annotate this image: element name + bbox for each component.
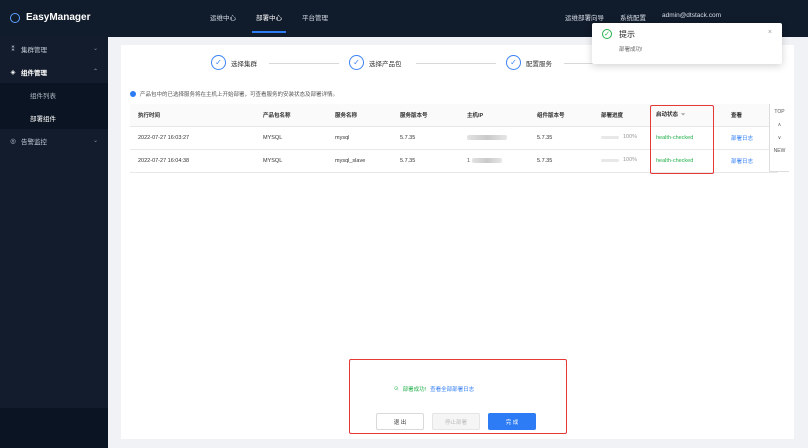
sidebar-item-deploy-component[interactable]: 部署组件 bbox=[0, 106, 108, 129]
step-label: 选择集群 bbox=[231, 60, 257, 68]
chevron-up-icon: ⌃ bbox=[92, 69, 98, 75]
col-component-version: 组件版本号 bbox=[529, 104, 593, 127]
main-content: ✓ 选择集群 ✓ 选择产品包 ✓ 配置服务 产品包中的已选择服务将在主机上开始部… bbox=[108, 37, 808, 448]
toast-message: 部署成功! bbox=[619, 47, 643, 53]
step-label: 选择产品包 bbox=[369, 60, 402, 68]
deploy-wizard-link[interactable]: 运维部署向导 bbox=[565, 12, 604, 22]
step-connector bbox=[269, 63, 339, 64]
progress-bar bbox=[601, 158, 619, 162]
sidebar-item-alert[interactable]: ◎ 告警监控 ⌄ bbox=[0, 129, 108, 152]
deploy-log-link[interactable]: 部署日志 bbox=[731, 159, 753, 165]
app-logo[interactable]: EasyManager bbox=[10, 12, 90, 23]
chevron-up-icon[interactable]: ∧ bbox=[778, 122, 782, 128]
top-nav: 运维中心 部署中心 平台管理 bbox=[210, 0, 328, 37]
redacted-ip bbox=[467, 134, 507, 140]
topnav-deploy-center[interactable]: 部署中心 bbox=[252, 0, 286, 37]
chevron-down-icon: ⌄ bbox=[92, 46, 98, 52]
col-service-version: 服务版本号 bbox=[392, 104, 459, 127]
scroll-top-button[interactable]: TOP bbox=[774, 109, 784, 115]
col-exec-time: 执行时间 bbox=[130, 104, 225, 127]
cell-service: mysql_slave bbox=[327, 149, 392, 173]
toast-notification: ✓ 提示 部署成功! × bbox=[592, 23, 782, 64]
highlight-status-box bbox=[650, 105, 714, 174]
cell-host-ip bbox=[459, 126, 529, 150]
topnav-ops-center[interactable]: 运维中心 bbox=[210, 0, 236, 37]
cell-time: 2022-07-27 16:03:27 bbox=[130, 126, 225, 150]
cell-time: 2022-07-27 16:04:38 bbox=[130, 149, 225, 173]
check-icon: ✓ bbox=[349, 55, 364, 70]
cell-product: MYSQL bbox=[225, 149, 327, 173]
topnav-platform-mgmt[interactable]: 平台管理 bbox=[302, 0, 328, 37]
step-select-package: ✓ 选择产品包 bbox=[349, 55, 402, 70]
redacted-ip bbox=[471, 157, 502, 163]
sidebar-item-cluster[interactable]: ⁑ 集群管理 ⌄ bbox=[0, 37, 108, 60]
sidebar-item-component-list[interactable]: 组件列表 bbox=[0, 83, 108, 106]
app-title: EasyManager bbox=[26, 12, 91, 23]
components-icon: ◈ bbox=[10, 68, 16, 76]
progress-bar bbox=[601, 135, 619, 139]
cell-progress: 100% bbox=[593, 149, 648, 173]
system-config-link[interactable]: 系统配置 bbox=[620, 12, 646, 22]
progress-label: 100% bbox=[623, 134, 638, 141]
cell-component-version: 5.7.35 bbox=[529, 126, 593, 150]
check-icon: ✓ bbox=[211, 55, 226, 70]
logo-icon bbox=[10, 12, 20, 23]
cluster-icon: ⁑ bbox=[11, 45, 15, 53]
sidebar: ⁑ 集群管理 ⌄ ◈ 组件管理 ⌃ 组件列表 部署组件 ◎ 告警监控 ⌄ bbox=[0, 37, 108, 448]
step-config-service: ✓ 配置服务 bbox=[506, 55, 552, 70]
top-right-links: 运维部署向导 系统配置 admin@dtstack.com bbox=[565, 12, 721, 22]
cell-version: 5.7.35 bbox=[392, 149, 459, 173]
cell-version: 5.7.35 bbox=[392, 126, 459, 150]
cell-service: mysql bbox=[327, 126, 392, 150]
close-icon[interactable]: × bbox=[768, 29, 772, 36]
scroll-new-button[interactable]: NEW bbox=[774, 148, 786, 154]
info-text: 产品包中的已选择服务将在主机上开始部署，可查看服务的安装状态及部署详情。 bbox=[140, 92, 339, 98]
info-icon bbox=[130, 91, 136, 97]
success-check-icon: ✓ bbox=[602, 29, 612, 39]
chevron-down-icon: ⌄ bbox=[92, 138, 98, 144]
highlight-footer-box bbox=[349, 359, 567, 434]
col-progress: 部署进度 bbox=[593, 104, 648, 127]
toast-title: 提示 bbox=[619, 30, 635, 39]
cell-progress: 100% bbox=[593, 126, 648, 150]
col-product: 产品包名称 bbox=[225, 104, 327, 127]
sidebar-item-label: 组件管理 bbox=[21, 69, 47, 77]
step-connector bbox=[416, 63, 496, 64]
chevron-down-icon[interactable]: ∨ bbox=[778, 135, 782, 141]
sidebar-item-label: 集群管理 bbox=[21, 46, 47, 54]
deploy-log-link[interactable]: 部署日志 bbox=[731, 136, 753, 142]
cell-host-ip: 1 bbox=[459, 149, 529, 173]
sidebar-item-label: 告警监控 bbox=[21, 138, 47, 146]
ip-prefix: 1 bbox=[467, 157, 471, 164]
deploy-card: ✓ 选择集群 ✓ 选择产品包 ✓ 配置服务 产品包中的已选择服务将在主机上开始部… bbox=[121, 45, 794, 439]
check-icon: ✓ bbox=[506, 55, 521, 70]
sidebar-footer bbox=[0, 408, 108, 448]
scroll-nav: TOP ∧ ∨ NEW bbox=[769, 104, 789, 172]
progress-label: 100% bbox=[623, 157, 638, 164]
step-label: 配置服务 bbox=[526, 60, 552, 68]
col-host-ip: 主机IP bbox=[459, 104, 529, 127]
step-select-cluster: ✓ 选择集群 bbox=[211, 55, 257, 70]
col-service: 服务名称 bbox=[327, 104, 392, 127]
user-account[interactable]: admin@dtstack.com bbox=[662, 12, 721, 22]
sidebar-item-components[interactable]: ◈ 组件管理 ⌃ bbox=[0, 60, 108, 83]
info-tip: 产品包中的已选择服务将在主机上开始部署，可查看服务的安装状态及部署详情。 bbox=[130, 90, 338, 98]
cell-component-version: 5.7.35 bbox=[529, 149, 593, 173]
alert-icon: ◎ bbox=[10, 137, 16, 145]
cell-product: MYSQL bbox=[225, 126, 327, 150]
